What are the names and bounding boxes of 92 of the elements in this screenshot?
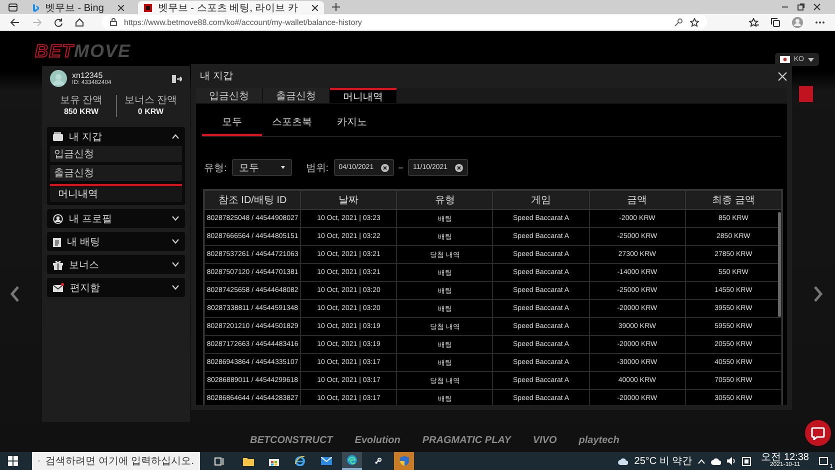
collections-icon[interactable] (771, 18, 780, 26)
clear-icon[interactable] (455, 164, 464, 172)
weather-cloud-icon (618, 458, 628, 464)
range-separator: – (398, 163, 404, 172)
menu-header[interactable]: 내 지갑 (47, 127, 185, 146)
type-label: 유형: (204, 162, 227, 174)
gift-icon (53, 260, 63, 270)
column-header: 날짜 (300, 190, 397, 210)
user-icon (53, 214, 63, 224)
notification-icon (819, 456, 828, 466)
keyboard-icon[interactable] (742, 456, 752, 466)
wallet-tab[interactable]: 머니내역 (330, 88, 397, 103)
chat-button[interactable] (805, 420, 831, 446)
browser-tab[interactable]: 벳무브 - 스포츠 베팅, 라이브 카 (138, 1, 324, 14)
submenu-item[interactable]: 머니내역 (50, 184, 182, 202)
close-icon[interactable] (813, 3, 821, 11)
range-label: 범위: (306, 162, 329, 174)
column-header: 최종 금액 (685, 190, 782, 210)
menu-header[interactable]: 내 배팅 (47, 232, 185, 251)
panel-title: 내 지갑 (200, 70, 233, 83)
filter-tab[interactable]: 모두 (202, 110, 262, 136)
more-icon[interactable] (815, 20, 825, 24)
network-icon[interactable] (711, 458, 722, 464)
chevron-down-icon (172, 262, 179, 267)
chevron-down-icon (172, 216, 179, 221)
bing-icon (32, 4, 39, 12)
weather-text[interactable]: 25°C 비 약간 (634, 454, 692, 468)
refresh-icon[interactable] (54, 18, 63, 26)
menu-header[interactable]: 내 프로필 (47, 209, 185, 228)
column-header: 게임 (492, 190, 590, 210)
shield-icon (400, 456, 408, 466)
column-header: 유형 (396, 190, 493, 210)
provider-logo: playtech (578, 435, 620, 446)
type-dropdown[interactable]: 모두 (232, 159, 292, 176)
logout-icon[interactable] (172, 74, 182, 84)
provider-logo: BETCONSTRUCT (250, 435, 333, 446)
provider-logo: VIVO (532, 435, 557, 446)
profile-icon[interactable] (792, 16, 803, 28)
restore-icon[interactable] (797, 3, 805, 11)
menu-header[interactable]: 편지함 (47, 278, 185, 297)
windows-start-icon[interactable] (8, 456, 18, 466)
menu-header[interactable]: 보너스 (47, 255, 185, 274)
close-icon[interactable] (118, 4, 124, 10)
site-icon (144, 4, 152, 12)
star-icon[interactable] (690, 18, 699, 26)
tab-actions-icon[interactable] (8, 2, 18, 12)
chat-icon (811, 426, 825, 440)
speaker-icon[interactable] (727, 457, 736, 465)
clear-icon[interactable] (380, 164, 389, 172)
close-icon[interactable] (312, 4, 318, 10)
chevron-down-icon (172, 285, 179, 290)
back-icon[interactable] (10, 18, 20, 26)
favorites-icon[interactable] (749, 18, 759, 26)
balance-value: 850 KRW (64, 107, 99, 116)
wallet-tab[interactable]: 출금신청 (263, 88, 330, 103)
mail-icon (320, 457, 332, 465)
caret-icon (808, 58, 814, 62)
key-icon[interactable] (674, 18, 683, 26)
filter-tab[interactable]: 스포츠북 (262, 110, 322, 136)
balance-value: 0 KRW (138, 107, 164, 116)
edge-browser-icon (347, 455, 357, 465)
wallet-tab[interactable]: 입금신청 (196, 88, 263, 103)
chevron-down-icon (172, 239, 179, 244)
provider-logo: PRAGMATIC PLAY (422, 435, 511, 446)
chevron-up-icon (172, 134, 179, 139)
column-header: 금액 (589, 190, 686, 210)
chevron-up-icon[interactable] (698, 458, 706, 464)
home-icon[interactable] (75, 18, 84, 26)
shopping-bag-icon (269, 456, 279, 466)
address-bar[interactable]: https://www.betmove88.com/ko#/account/my-wallet/balance-history (102, 15, 707, 29)
new-tab-icon[interactable] (332, 3, 340, 11)
caret-icon (280, 166, 285, 169)
browser-e-icon (295, 456, 305, 466)
taskbar-search-field[interactable]: 검색하려면 여기에 입력하십시오. (32, 452, 200, 470)
submenu-item[interactable]: 입금신청 (50, 146, 182, 162)
envelope-icon (53, 282, 64, 292)
task-view-icon[interactable] (214, 456, 224, 466)
browser-tab[interactable]: 벳무브 - Bing (26, 1, 130, 14)
column-header: 참조 ID/배팅 ID (204, 190, 301, 210)
username: xn12345 (72, 71, 103, 80)
scrollbar[interactable] (778, 212, 781, 317)
balance-label: 보너스 잔액 (124, 96, 178, 106)
wallet-icon (53, 132, 63, 141)
submenu-item[interactable]: 출금신청 (50, 165, 182, 181)
balance-label: 보유 잔액 (60, 96, 103, 106)
folder-icon (242, 456, 254, 466)
provider-logo: Evolution (354, 435, 400, 446)
clipboard-icon (53, 236, 61, 246)
avatar-icon (50, 70, 67, 87)
flag-icon (780, 56, 790, 63)
filter-tab[interactable]: 카지노 (322, 110, 382, 136)
lock-icon (110, 18, 117, 26)
